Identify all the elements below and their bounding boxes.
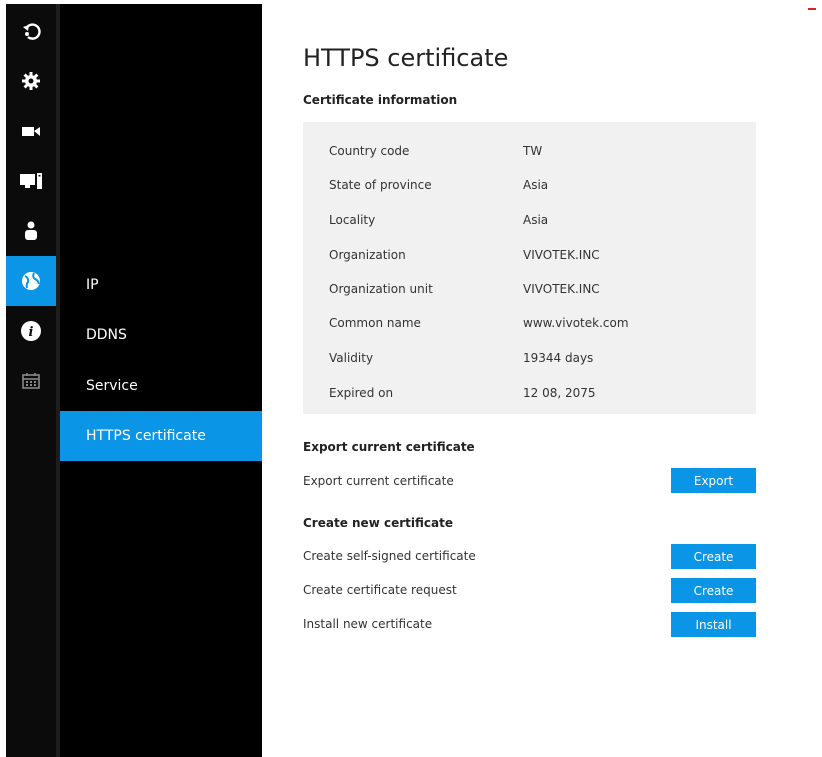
submenu-item-ip[interactable]: IP — [60, 260, 262, 310]
icon-rail: i — [6, 4, 56, 757]
info-icon[interactable]: i — [6, 306, 56, 356]
submenu-item-label: HTTPS certificate — [86, 428, 206, 444]
cert-info-label: Expired on — [329, 386, 394, 400]
submenu-item-service[interactable]: Service — [60, 361, 262, 411]
cert-info-value: VIVOTEK.INC — [523, 282, 600, 296]
globe-icon[interactable] — [6, 256, 56, 306]
export-label: Export current certificate — [303, 474, 454, 488]
cert-info-label: Organization — [329, 248, 406, 262]
cert-info-value: 12 08, 2075 — [523, 386, 596, 400]
cert-info-value: www.vivotek.com — [523, 316, 629, 330]
cert-info-label: State of province — [329, 178, 432, 192]
cert-info-label: Common name — [329, 316, 421, 330]
install-label: Install new certificate — [303, 617, 433, 631]
submenu: IP DDNS Service HTTPS certificate — [60, 4, 262, 757]
cert-info-value: Asia — [523, 213, 549, 227]
cert-info-value: Asia — [523, 178, 549, 192]
cert-info-label: Validity — [329, 351, 374, 365]
create-request-button[interactable]: Create — [671, 578, 756, 603]
submenu-item-label: Service — [86, 378, 138, 394]
cert-info-row: Organization VIVOTEK.INC — [303, 248, 756, 268]
cert-info-title: Certificate information — [303, 93, 458, 107]
submenu-item-label: IP — [86, 277, 99, 293]
cert-info-row: Country code TW — [303, 144, 756, 164]
install-button[interactable]: Install — [671, 612, 756, 637]
video-camera-icon[interactable] — [6, 106, 56, 156]
cert-info-row: Common name www.vivotek.com — [303, 316, 756, 336]
display-icon[interactable] — [6, 156, 56, 206]
cert-info-row: Locality Asia — [303, 213, 756, 233]
logout-icon[interactable] — [6, 6, 56, 56]
cert-info-label: Country code — [329, 144, 410, 158]
user-icon[interactable] — [6, 206, 56, 256]
cert-info-row: Expired on 12 08, 2075 — [303, 386, 756, 406]
cert-info-label: Organization unit — [329, 282, 433, 296]
export-button[interactable]: Export — [671, 468, 756, 493]
cert-info-value: TW — [523, 144, 543, 158]
submenu-item-label: DDNS — [86, 327, 127, 343]
cert-info-row: Organization unit VIVOTEK.INC — [303, 282, 756, 302]
export-section-title: Export current certificate — [303, 440, 475, 454]
create-self-signed-button[interactable]: Create — [671, 544, 756, 569]
cert-info-value: VIVOTEK.INC — [523, 248, 600, 262]
submenu-item-https-certificate[interactable]: HTTPS certificate — [60, 411, 262, 461]
cert-info-label: Locality — [329, 213, 376, 227]
cert-request-label: Create certificate request — [303, 583, 457, 597]
cert-info-row: State of province Asia — [303, 178, 756, 198]
self-signed-label: Create self-signed certificate — [303, 549, 476, 563]
submenu-item-ddns[interactable]: DDNS — [60, 310, 262, 360]
cert-info-row: Validity 19344 days — [303, 351, 756, 371]
cert-info-value: 19344 days — [523, 351, 594, 365]
cert-info-panel: Country code TW State of province Asia L… — [303, 122, 756, 414]
gear-icon[interactable] — [6, 56, 56, 106]
page-title: HTTPS certificate — [303, 44, 509, 72]
svg-text:i: i — [29, 325, 34, 340]
calendar-icon[interactable] — [6, 356, 56, 406]
create-section-title: Create new certificate — [303, 516, 453, 530]
corner-mark — [808, 8, 816, 10]
